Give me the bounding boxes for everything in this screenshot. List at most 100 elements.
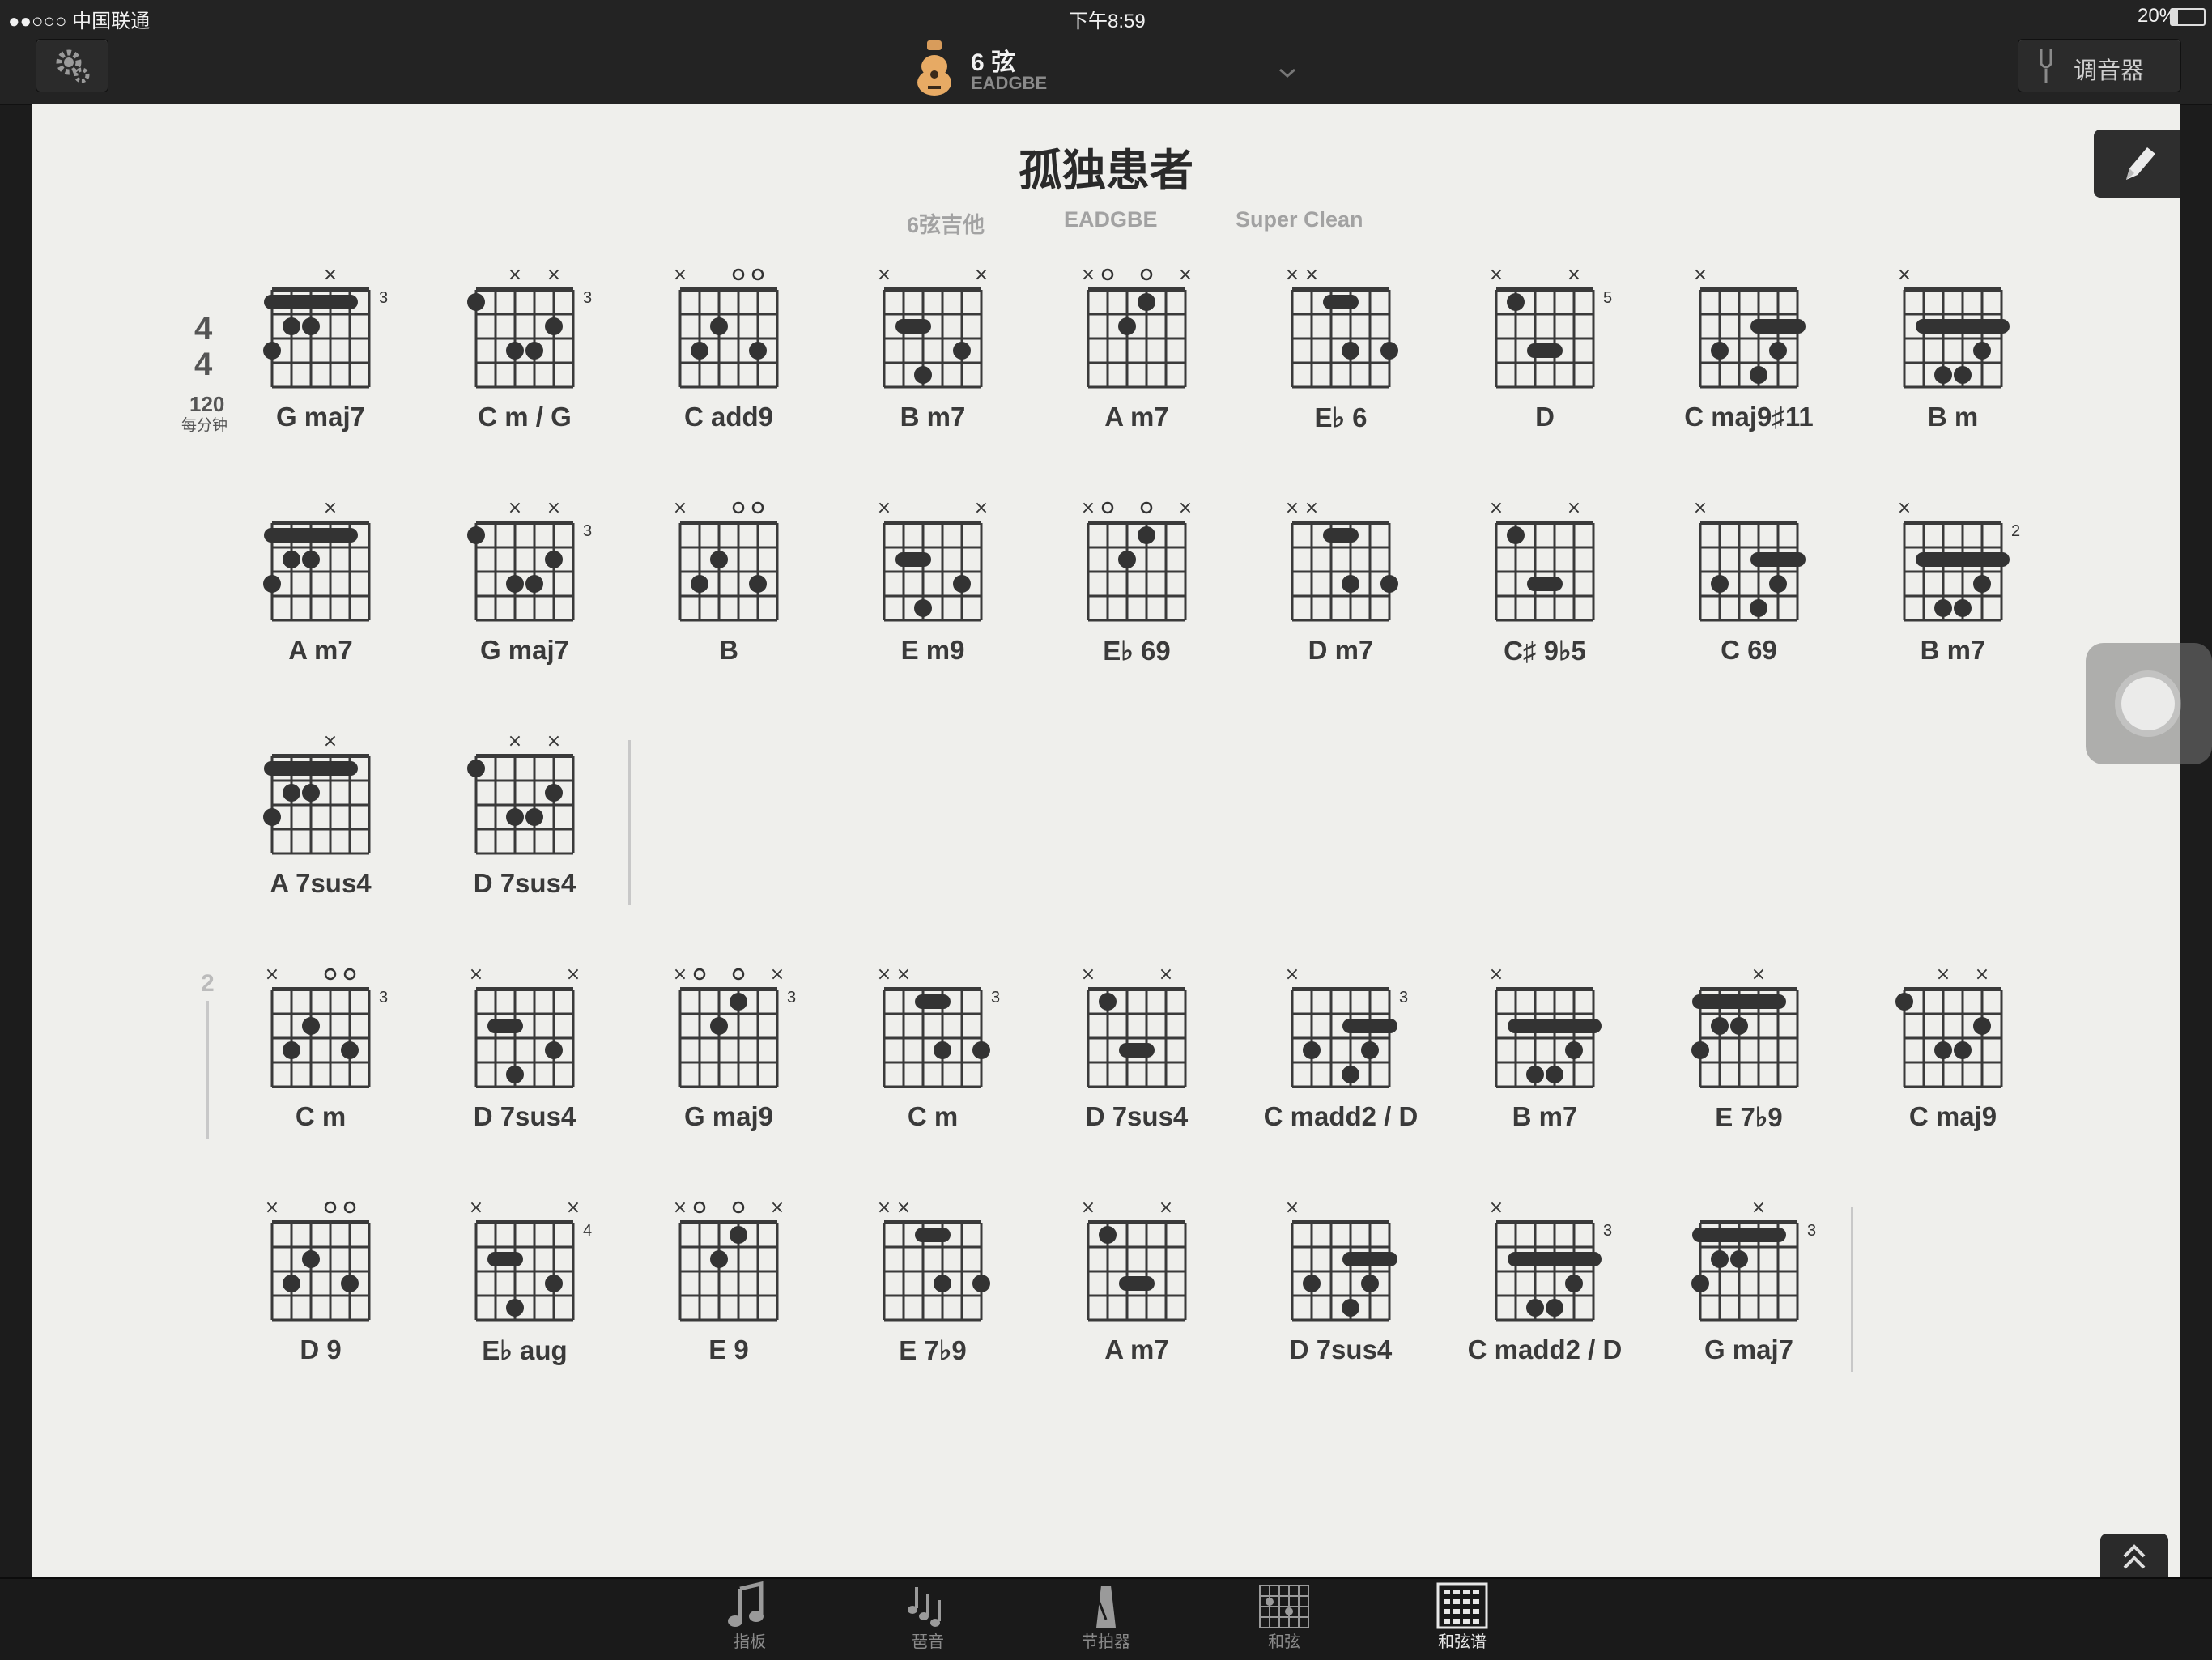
chord-diagram[interactable]: × ×3 [460, 498, 606, 628]
chord-diagram[interactable]: × × 5 [1480, 265, 1626, 395]
chord-name: E♭ 69 [1103, 636, 1171, 666]
chord-name: D 9 [300, 1334, 342, 1364]
svg-text:×: × [1081, 265, 1095, 285]
svg-text:×: × [1304, 498, 1319, 518]
fret-number: 2 [2011, 522, 2020, 540]
svg-text:×: × [566, 964, 581, 985]
tab-label: 琶音 [912, 1633, 944, 1651]
scroll-up-button[interactable] [2100, 1534, 2168, 1581]
chord-diagram[interactable]: × × [1072, 498, 1218, 628]
chord-diagram[interactable]: ×3 [1684, 1198, 1830, 1328]
svg-text:×: × [896, 964, 911, 985]
chord-diagram[interactable]: × ×4 [460, 1198, 606, 1328]
chord-diagram[interactable]: × ×3 [460, 265, 606, 395]
chord-diagram[interactable]: × × [460, 964, 606, 1095]
svg-text:×: × [323, 731, 338, 751]
chord-name: G maj7 [1704, 1334, 1794, 1364]
edit-button[interactable] [2094, 130, 2180, 198]
chord-diagram[interactable]: × × [1276, 265, 1422, 395]
chord-diagram[interactable]: × × [1072, 964, 1218, 1095]
chord-diagram[interactable]: × [1276, 1198, 1422, 1328]
chord-diagram[interactable]: × × [868, 265, 1014, 395]
chord-name: G maj9 [683, 1101, 774, 1131]
fret-number: 3 [1807, 1222, 1816, 1240]
svg-text:×: × [1897, 265, 1912, 285]
song-title: 孤独患者 [1019, 147, 1193, 195]
chord-name: G maj7 [275, 402, 366, 432]
settings-button[interactable] [36, 39, 108, 92]
chord-diagram[interactable]: × [1684, 964, 1830, 1095]
svg-text:×: × [1285, 265, 1300, 285]
song-tone: Super Clean [1236, 207, 1363, 232]
svg-text:×: × [1159, 964, 1173, 985]
carrier-label: ●●○○○ 中国联通 [8, 11, 151, 32]
chord-diagram[interactable]: × [1684, 265, 1830, 395]
time-signature-numerator: 4 [194, 311, 213, 347]
chord-diagram[interactable]: × × [1072, 1198, 1218, 1328]
svg-text:×: × [1751, 1198, 1766, 1218]
chord-diagram[interactable]: × [1888, 265, 2034, 395]
chord-diagram[interactable]: × × [1072, 265, 1218, 395]
chord-diagram[interactable]: ×3 [1480, 1198, 1626, 1328]
chord-diagram[interactable]: × [1684, 498, 1830, 628]
chord-diagram[interactable]: × × [664, 1198, 810, 1328]
chord-diagram[interactable]: × × [1888, 964, 2034, 1095]
chord-diagram[interactable]: × × [1276, 498, 1422, 628]
chord-name: E 7♭9 [1715, 1102, 1783, 1132]
svg-text:×: × [1693, 265, 1708, 285]
svg-text:×: × [1081, 964, 1095, 985]
svg-text:×: × [974, 265, 989, 285]
chord-name: B m7 [1920, 635, 1986, 665]
svg-text:×: × [323, 498, 338, 518]
instrument-selector[interactable]: 6 弦 EADGBE [911, 37, 1300, 99]
chord-name: C madd2 / D [1467, 1334, 1623, 1364]
tuner-button[interactable]: 调音器 [2018, 39, 2181, 92]
svg-text:×: × [1081, 1198, 1095, 1218]
svg-text:×: × [1081, 498, 1095, 518]
chord-diagram[interactable]: ×2 [1888, 498, 2034, 628]
chord-name: A m7 [1104, 1334, 1169, 1364]
assistive-touch-button[interactable] [2086, 643, 2212, 764]
chord-name: D 7sus4 [1085, 1101, 1189, 1131]
chord-name: A m7 [1104, 402, 1169, 432]
svg-text:×: × [1567, 498, 1581, 518]
chord-diagram[interactable]: × × [868, 498, 1014, 628]
tab-metronome[interactable]: 节拍器 [1049, 1579, 1163, 1660]
svg-text:×: × [508, 265, 522, 285]
tab-chord-chart[interactable]: 和弦谱 [1406, 1579, 1519, 1660]
svg-text:×: × [1489, 498, 1504, 518]
chord-diagram[interactable]: ×3 [256, 964, 402, 1095]
chord-diagram[interactable]: ×3 [1276, 964, 1422, 1095]
chord-diagram[interactable]: × [256, 731, 402, 862]
chord-name: E♭ aug [482, 1335, 568, 1365]
chord-name: E♭ 6 [1314, 402, 1368, 432]
chord-name: C m [907, 1101, 959, 1131]
fret-number: 3 [1399, 989, 1408, 1007]
tab-fretboard[interactable]: 指板 [693, 1579, 806, 1660]
svg-text:×: × [770, 964, 785, 985]
chord-diagram[interactable]: × ×3 [664, 964, 810, 1095]
chord-diagram[interactable]: × × [460, 731, 606, 862]
chord-diagram[interactable]: × [256, 1198, 402, 1328]
fret-number: 3 [379, 989, 388, 1007]
section-bracket [206, 1001, 209, 1139]
metronome-icon [1093, 1586, 1116, 1628]
chord-diagram[interactable]: × × [1480, 498, 1626, 628]
svg-text:×: × [508, 731, 522, 751]
chord-diagram[interactable]: × [256, 498, 402, 628]
svg-text:×: × [1178, 265, 1193, 285]
chord-diagram[interactable]: × [664, 265, 810, 395]
fret-number: 3 [1603, 1222, 1612, 1240]
chord-diagram[interactable]: × × [868, 1198, 1014, 1328]
chord-diagram[interactable]: × ×3 [868, 964, 1014, 1095]
section-number: 2 [201, 970, 215, 997]
svg-text:×: × [877, 498, 891, 518]
tab-arpeggio[interactable]: 琶音 [871, 1579, 985, 1660]
tab-chords[interactable]: 和弦 [1227, 1579, 1341, 1660]
svg-text:×: × [265, 964, 279, 985]
chord-diagram[interactable]: × [664, 498, 810, 628]
svg-text:×: × [566, 1198, 581, 1218]
chord-diagram[interactable]: × [1480, 964, 1626, 1095]
top-nav: 6 弦 EADGBE 调音器 [0, 34, 2212, 105]
chord-diagram[interactable]: ×3 [256, 265, 402, 395]
